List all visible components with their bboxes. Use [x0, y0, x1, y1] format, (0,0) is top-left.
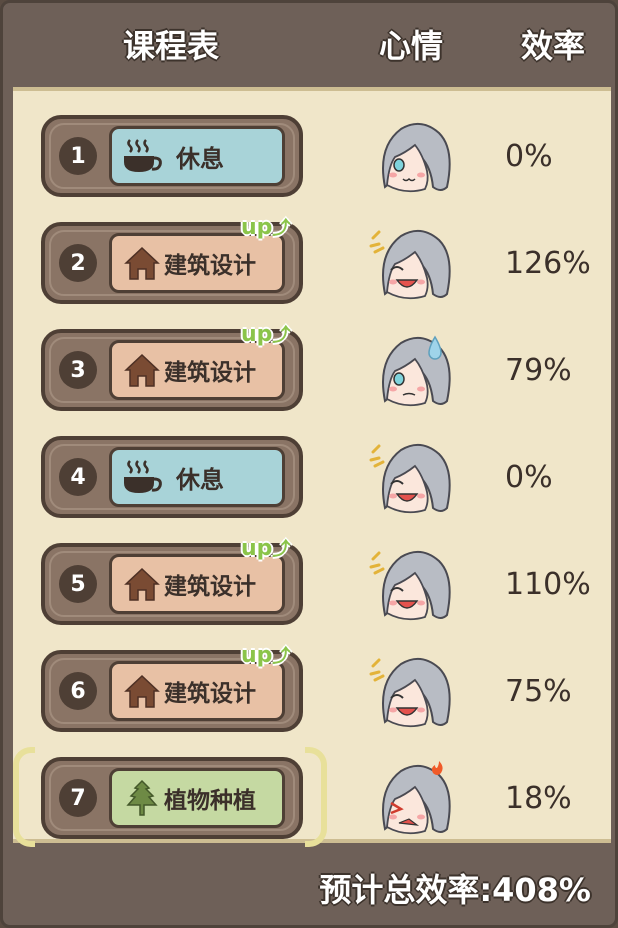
house-icon: [120, 243, 164, 283]
course-slot-6[interactable]: 6 建筑设计 up⤴: [41, 643, 303, 732]
efficiency-column-title: 效率: [521, 27, 586, 65]
schedule-row: 7 植物种植 18%: [13, 747, 611, 855]
cup-icon: [120, 136, 164, 176]
up-badge: up⤴: [241, 643, 291, 668]
efficiency-value: 18%: [505, 781, 572, 816]
house-icon: [120, 671, 164, 711]
leaf-icon: [120, 778, 164, 818]
mood-face-icon: [369, 325, 459, 415]
house-icon: [120, 350, 164, 390]
course-slot-5[interactable]: 5 建筑设计 up⤴: [41, 536, 303, 625]
mood-face-icon: [369, 646, 459, 736]
slot-number: 3: [59, 351, 97, 389]
schedule-row: 2 建筑设计 up⤴ 126%: [13, 212, 611, 320]
efficiency-value: 0%: [505, 139, 553, 174]
selection-bracket-right: [305, 747, 327, 847]
schedule-panel: 课程表 心情 效率 1 休息 0% 2 建筑设计 up⤴ 126% 3 建筑设计 up⤴ 79% 4 休…: [0, 0, 618, 928]
efficiency-value: 75%: [505, 674, 572, 709]
total-efficiency: 预计总效率:408%: [319, 871, 591, 909]
course-label: 建筑设计: [164, 574, 256, 600]
cup-icon: [120, 457, 164, 497]
course-button[interactable]: 休息: [109, 447, 285, 507]
mood-face-icon: [369, 539, 459, 629]
slot-number: 6: [59, 672, 97, 710]
up-badge: up⤴: [241, 215, 291, 240]
schedule-row: 6 建筑设计 up⤴ 75%: [13, 640, 611, 748]
schedule-row: 1 休息 0%: [13, 105, 611, 213]
course-slot-7[interactable]: 7 植物种植: [41, 757, 303, 839]
course-label: 建筑设计: [164, 681, 256, 707]
schedule-list: 1 休息 0% 2 建筑设计 up⤴ 126% 3 建筑设计 up⤴ 79% 4 休息 0% 5 建筑设计 up…: [13, 87, 611, 847]
slot-number: 4: [59, 458, 97, 496]
slot-number: 1: [59, 137, 97, 175]
mood-face-icon: [369, 111, 459, 201]
course-label: 休息: [176, 465, 224, 494]
schedule-row: 4 休息 0%: [13, 426, 611, 534]
course-button[interactable]: 建筑设计: [109, 661, 285, 721]
up-badge: up⤴: [241, 322, 291, 347]
course-slot-1[interactable]: 1 休息: [41, 115, 303, 197]
course-label: 建筑设计: [164, 360, 256, 386]
course-button[interactable]: 休息: [109, 126, 285, 186]
slot-number: 7: [59, 779, 97, 817]
course-label: 植物种植: [164, 788, 256, 814]
slot-number: 2: [59, 244, 97, 282]
course-slot-4[interactable]: 4 休息: [41, 436, 303, 518]
course-slot-2[interactable]: 2 建筑设计 up⤴: [41, 215, 303, 304]
course-button[interactable]: 植物种植: [109, 768, 285, 828]
house-icon: [120, 564, 164, 604]
header-bar: 课程表 心情 效率: [11, 9, 611, 79]
course-label: 建筑设计: [164, 253, 256, 279]
course-button[interactable]: 建筑设计: [109, 233, 285, 293]
efficiency-value: 79%: [505, 353, 572, 388]
mood-column-title: 心情: [379, 27, 444, 65]
slot-number: 5: [59, 565, 97, 603]
schedule-row: 5 建筑设计 up⤴ 110%: [13, 533, 611, 641]
efficiency-value: 0%: [505, 460, 553, 495]
mood-face-icon: [369, 218, 459, 308]
schedule-title: 课程表: [123, 27, 220, 65]
course-button[interactable]: 建筑设计: [109, 340, 285, 400]
course-label: 休息: [176, 144, 224, 173]
course-button[interactable]: 建筑设计: [109, 554, 285, 614]
footer-bar: 预计总效率:408%: [11, 845, 611, 923]
efficiency-value: 110%: [505, 567, 591, 602]
mood-face-icon: [369, 432, 459, 522]
mood-face-icon: [369, 753, 459, 843]
selection-bracket-left: [13, 747, 35, 847]
course-slot-3[interactable]: 3 建筑设计 up⤴: [41, 322, 303, 411]
schedule-row: 3 建筑设计 up⤴ 79%: [13, 319, 611, 427]
efficiency-value: 126%: [505, 246, 591, 281]
up-badge: up⤴: [241, 536, 291, 561]
